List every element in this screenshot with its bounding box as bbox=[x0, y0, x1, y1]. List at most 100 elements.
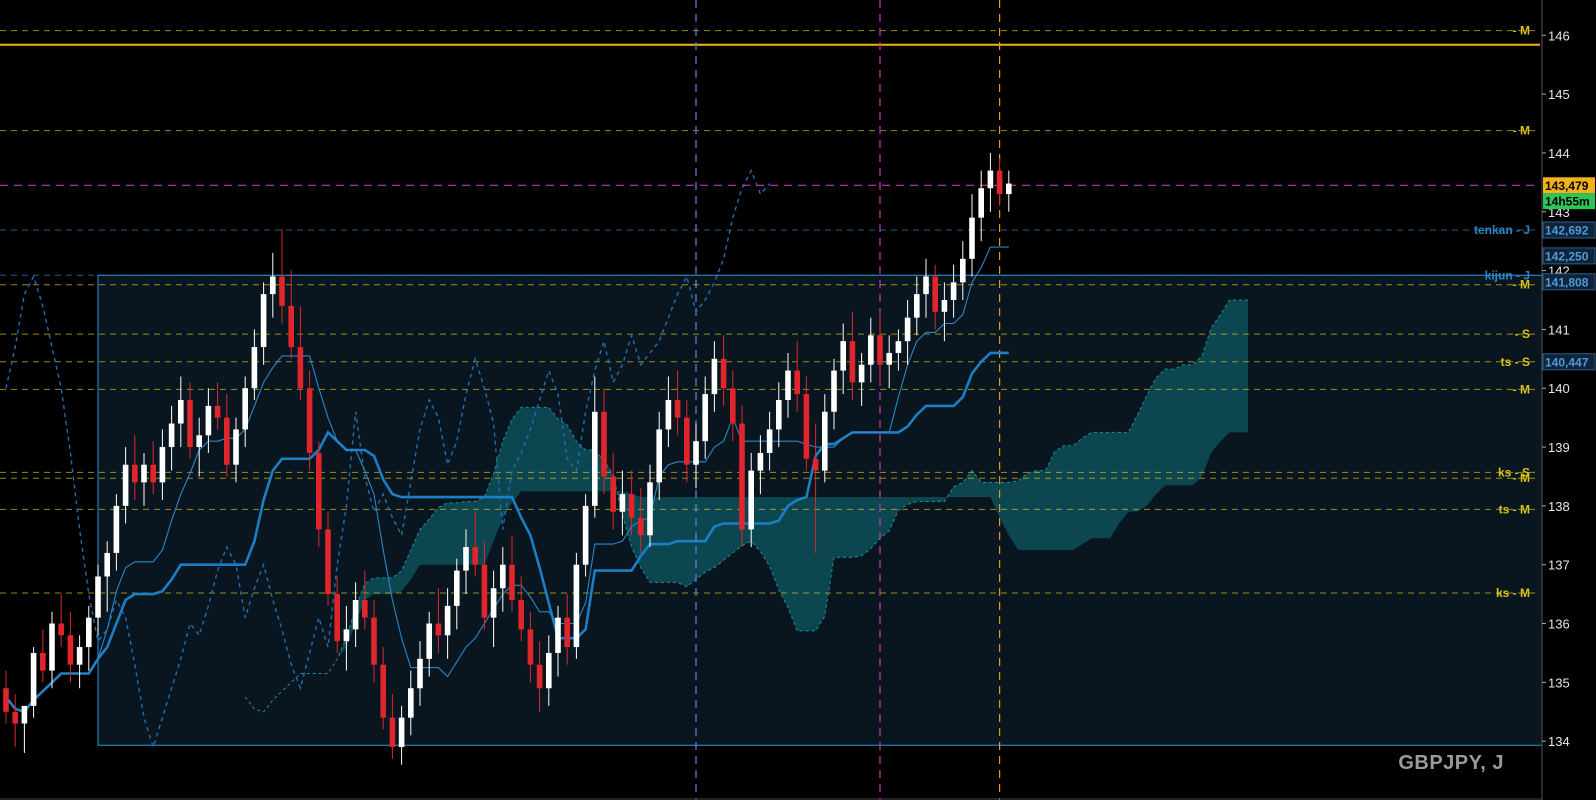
candle-body bbox=[987, 170, 994, 189]
candle-body bbox=[132, 464, 138, 483]
candle-body bbox=[371, 617, 377, 665]
price-tag-label: 142,250 bbox=[1545, 249, 1589, 263]
candle-body bbox=[141, 464, 147, 483]
candle-body bbox=[472, 547, 478, 565]
candle-body bbox=[86, 617, 92, 648]
candle-body bbox=[665, 400, 672, 430]
candle-body bbox=[408, 688, 414, 718]
candle-body bbox=[178, 400, 184, 424]
candle-body bbox=[812, 458, 819, 471]
candle-body bbox=[656, 429, 662, 483]
candle-body bbox=[40, 652, 46, 671]
axis-tick-label: 136 bbox=[1548, 617, 1570, 632]
axis-tick-label: 134 bbox=[1548, 734, 1570, 749]
candle-body bbox=[343, 629, 350, 642]
candle-body bbox=[849, 341, 856, 383]
candle-body bbox=[233, 429, 239, 465]
candle-body bbox=[904, 317, 911, 342]
candle-body bbox=[840, 341, 846, 371]
candle-body bbox=[122, 464, 129, 506]
candle-body bbox=[932, 276, 938, 312]
candle-body bbox=[150, 464, 156, 483]
candle-body bbox=[325, 529, 331, 595]
candle-body bbox=[251, 347, 258, 389]
candle-body bbox=[159, 447, 166, 483]
price-tag-label: 14h55m bbox=[1545, 195, 1590, 209]
level-label: - M bbox=[1513, 471, 1530, 485]
level-label: tenkan - J bbox=[1474, 223, 1530, 237]
candle-body bbox=[739, 423, 745, 530]
candle-body bbox=[546, 652, 552, 689]
candle-body bbox=[509, 564, 515, 600]
candle-body bbox=[711, 358, 718, 395]
candle-body bbox=[914, 294, 920, 318]
candle-body bbox=[877, 335, 883, 365]
candle-body bbox=[527, 629, 534, 665]
candle-body bbox=[21, 705, 28, 724]
candle-body bbox=[684, 417, 690, 465]
candle-body bbox=[168, 423, 175, 448]
level-label: ks - M bbox=[1496, 586, 1530, 600]
candle-body bbox=[3, 688, 9, 712]
candle-body bbox=[555, 617, 561, 653]
candle-body bbox=[454, 570, 460, 606]
candle-body bbox=[647, 482, 653, 536]
candle-body bbox=[260, 294, 267, 348]
candle-body bbox=[960, 258, 966, 283]
candle-body bbox=[67, 635, 74, 665]
candle-body bbox=[76, 647, 83, 665]
price-tag-label: 141,808 bbox=[1545, 275, 1589, 289]
candle-body bbox=[886, 352, 892, 365]
level-label: ts - S bbox=[1501, 355, 1530, 369]
candle-body bbox=[389, 717, 396, 748]
level-label: - M bbox=[1513, 278, 1530, 292]
axis-tick-label: 146 bbox=[1548, 28, 1570, 43]
candle-body bbox=[978, 188, 984, 218]
candle-body bbox=[628, 494, 635, 518]
candle-body bbox=[693, 441, 699, 465]
level-label: - M bbox=[1513, 382, 1530, 396]
candle-body bbox=[702, 394, 708, 442]
candle-body bbox=[214, 405, 221, 418]
candle-body bbox=[766, 429, 773, 453]
candle-body bbox=[582, 505, 589, 565]
candle-body bbox=[564, 617, 570, 648]
price-tag-label: 142,692 bbox=[1545, 224, 1589, 238]
candle-body bbox=[785, 370, 791, 400]
candle-body bbox=[776, 400, 782, 430]
candle-body bbox=[463, 547, 469, 571]
axis-tick-label: 135 bbox=[1548, 675, 1570, 690]
level-label: - M bbox=[1513, 124, 1530, 138]
candle-body bbox=[417, 658, 423, 689]
candle-body bbox=[205, 405, 212, 436]
candle-body bbox=[297, 347, 304, 389]
candle-body bbox=[279, 276, 285, 306]
candle-body bbox=[895, 341, 902, 353]
candle-body bbox=[95, 576, 101, 618]
candle-body bbox=[104, 552, 110, 577]
price-tag-label: 140,447 bbox=[1545, 355, 1589, 369]
candle-body bbox=[352, 600, 359, 630]
level-label: ts - M bbox=[1499, 502, 1530, 516]
candle-body bbox=[536, 664, 543, 689]
candle-body bbox=[610, 476, 616, 512]
axis-tick-label: 141 bbox=[1548, 322, 1570, 337]
candle-body bbox=[941, 300, 948, 312]
axis-tick-label: 137 bbox=[1548, 558, 1570, 573]
candle-body bbox=[858, 364, 865, 383]
candle-body bbox=[30, 652, 37, 706]
level-label: - S bbox=[1515, 327, 1530, 341]
candle-body bbox=[923, 276, 929, 295]
candle-body bbox=[444, 605, 451, 636]
candle-body bbox=[306, 388, 313, 453]
candle-body bbox=[398, 717, 405, 748]
candle-body bbox=[490, 588, 497, 618]
candle-body bbox=[748, 470, 754, 530]
axis-tick-label: 138 bbox=[1548, 499, 1570, 514]
candle-body bbox=[334, 594, 340, 642]
price-tag-label: 143,479 bbox=[1545, 179, 1589, 193]
candle-body bbox=[435, 623, 442, 636]
candle-body bbox=[113, 505, 120, 553]
chart-canvas: - M- Mtenkan - Jkijun - J- M- Sts - S- M… bbox=[0, 0, 1596, 800]
candle-body bbox=[996, 170, 1003, 195]
